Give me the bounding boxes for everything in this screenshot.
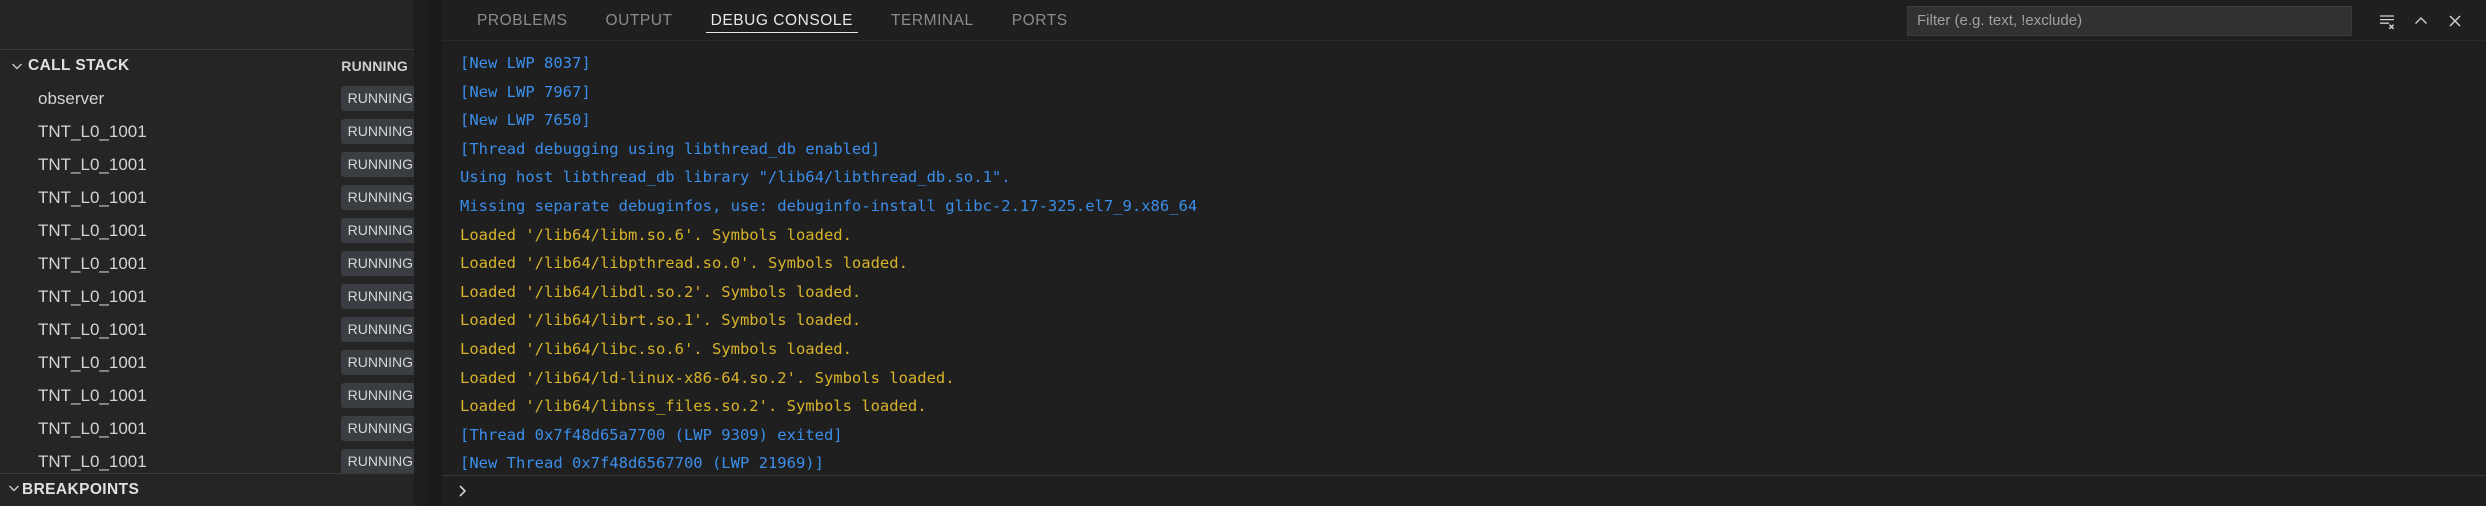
panel-left-edge: [428, 0, 442, 506]
call-stack-frame-label: TNT_L0_1001: [38, 418, 147, 438]
call-stack-frame[interactable]: TNT_L0_1001 RUNNING: [0, 148, 428, 181]
call-stack-frame-status-badge: RUNNING: [340, 185, 420, 211]
console-line: [New Thread 0x7f48d6567700 (LWP 21969)]: [460, 454, 824, 473]
tab-debug-console[interactable]: DEBUG CONSOLE: [692, 0, 872, 41]
console-line: Loaded '/lib64/libnss_files.so.2'. Symbo…: [460, 397, 927, 416]
call-stack-frame-status-badge: RUNNING: [340, 251, 420, 277]
call-stack-frame-label: TNT_L0_1001: [38, 319, 147, 339]
console-line: Missing separate debuginfos, use: debugi…: [460, 196, 1198, 215]
tab-terminal[interactable]: TERMINAL: [872, 0, 993, 41]
call-stack-frame[interactable]: TNT_L0_1001 RUNNING: [0, 247, 428, 280]
filter-box[interactable]: [1907, 5, 2352, 36]
console-line: Using host libthread_db library "/lib64/…: [460, 168, 1011, 187]
chevron-right-icon: [454, 482, 472, 500]
call-stack-frame-status-badge: RUNNING: [340, 416, 420, 442]
call-stack-frame-label: TNT_L0_1001: [38, 121, 147, 141]
call-stack-frame-status-badge: RUNNING: [340, 152, 420, 178]
breakpoints-title: BREAKPOINTS: [22, 481, 140, 498]
call-stack-frame[interactable]: TNT_L0_1001 RUNNING: [0, 214, 428, 247]
call-stack-frame[interactable]: TNT_L0_1001 RUNNING: [0, 280, 428, 313]
call-stack-frame[interactable]: TNT_L0_1001 RUNNING: [0, 379, 428, 412]
call-stack-frame-label: TNT_L0_1001: [38, 220, 147, 240]
tab-ports[interactable]: PORTS: [993, 0, 1087, 41]
call-stack-frame-label: TNT_L0_1001: [38, 385, 147, 405]
filter-input[interactable]: [1917, 12, 2342, 29]
console-line: Loaded '/lib64/librt.so.1'. Symbols load…: [460, 311, 862, 330]
chevron-down-icon[interactable]: [6, 480, 22, 501]
sidebar-top-spacer: [0, 0, 428, 50]
console-line: [New LWP 7650]: [460, 111, 591, 130]
call-stack-frame[interactable]: TNT_L0_1001 RUNNING: [0, 181, 428, 214]
console-input-row[interactable]: [428, 475, 2486, 506]
close-icon[interactable]: [2438, 4, 2472, 38]
breakpoints-section-header[interactable]: BREAKPOINTS: [0, 473, 428, 506]
console-line: [Thread debugging using libthread_db ena…: [460, 139, 880, 158]
console-line: [New LWP 7967]: [460, 82, 591, 101]
clear-console-icon[interactable]: [2370, 4, 2404, 38]
console-line: Loaded '/lib64/ld-linux-x86-64.so.2'. Sy…: [460, 368, 955, 387]
debug-panel-layout: CALL STACK RUNNING observer RUNNING TNT_L0…: [0, 0, 2486, 506]
call-stack-frame-label: TNT_L0_1001: [38, 352, 147, 372]
tab-problems[interactable]: PROBLEMS: [458, 0, 587, 41]
debug-sidebar: CALL STACK RUNNING observer RUNNING TNT_L0…: [0, 0, 428, 506]
call-stack-frame-status-badge: RUNNING: [340, 383, 420, 409]
console-line: [New LWP 8037]: [460, 54, 591, 72]
chevron-down-icon[interactable]: [6, 55, 28, 77]
call-stack-frame-status-badge: RUNNING: [340, 284, 420, 310]
console-line: Loaded '/lib64/libm.so.6'. Symbols loade…: [460, 225, 852, 244]
call-stack-frame-label: TNT_L0_1001: [38, 451, 147, 471]
tab-output[interactable]: OUTPUT: [587, 0, 692, 41]
call-stack-frame[interactable]: TNT_L0_1001 RUNNING: [0, 313, 428, 346]
call-stack-frame-status-badge: RUNNING: [340, 350, 420, 376]
console-output[interactable]: [New LWP 8037] [New LWP 7967] [New LWP 765…: [428, 41, 2486, 475]
call-stack-frame-label: TNT_L0_1001: [38, 187, 147, 207]
call-stack-frame-label: TNT_L0_1001: [38, 286, 147, 306]
call-stack-state: RUNNING: [341, 58, 408, 75]
call-stack-frame[interactable]: TNT_L0_1001 RUNNING: [0, 412, 428, 445]
call-stack-frame-label: TNT_L0_1001: [38, 253, 147, 273]
call-stack-frame-status-badge: RUNNING: [340, 218, 420, 244]
call-stack-frame[interactable]: TNT_L0_1001 RUNNING: [0, 346, 428, 379]
call-stack-frame-status-badge: RUNNING: [340, 119, 420, 145]
panel-toolbar: PROBLEMS OUTPUT DEBUG CONSOLE TERMINAL PORTS: [428, 0, 2486, 41]
panel-toolbar-actions: [1907, 0, 2486, 41]
call-stack-frame[interactable]: TNT_L0_1001 RUNNING: [0, 445, 428, 473]
call-stack-title: CALL STACK: [28, 57, 130, 75]
call-stack-section-header[interactable]: CALL STACK RUNNING: [0, 49, 428, 83]
debug-console-panel: PROBLEMS OUTPUT DEBUG CONSOLE TERMINAL PORTS: [428, 0, 2486, 506]
call-stack-frame-status-badge: RUNNING: [340, 449, 420, 473]
call-stack-frame-status-badge: RUNNING: [340, 86, 420, 112]
call-stack-list[interactable]: observer RUNNING TNT_L0_1001 RUNNING TNT_L0_…: [0, 82, 428, 473]
chevron-up-icon[interactable]: [2404, 4, 2438, 38]
panel-tabs[interactable]: PROBLEMS OUTPUT DEBUG CONSOLE TERMINAL PORTS: [428, 0, 1087, 41]
call-stack-frame-status-badge: RUNNING: [340, 317, 420, 343]
call-stack-frame-label: observer: [38, 88, 105, 108]
call-stack-frame[interactable]: TNT_L0_1001 RUNNING: [0, 115, 428, 148]
console-line: Loaded '/lib64/libc.so.6'. Symbols loade…: [460, 339, 852, 358]
console-line: Loaded '/lib64/libdl.so.2'. Symbols load…: [460, 282, 862, 301]
call-stack-frame[interactable]: observer RUNNING: [0, 82, 428, 115]
sidebar-right-edge: [414, 0, 428, 506]
console-line: Loaded '/lib64/libpthread.so.0'. Symbols…: [460, 254, 908, 273]
console-line: [Thread 0x7f48d65a7700 (LWP 9309) exited…: [460, 425, 843, 444]
call-stack-frame-label: TNT_L0_1001: [38, 154, 147, 174]
